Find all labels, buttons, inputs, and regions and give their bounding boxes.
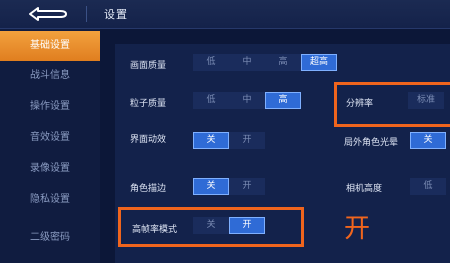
picture-quality-high[interactable]: 高 xyxy=(265,54,301,71)
picture-quality-label: 画面质量 xyxy=(130,61,167,71)
camera-height-low[interactable]: 低 xyxy=(410,178,446,195)
camera-height-label: 相机高度 xyxy=(346,184,383,194)
sidebar: 基础设置 战斗信息 操作设置 音效设置 录像设置 隐私设置 二级密码 xyxy=(0,29,100,263)
out-of-game-halo-toggle: 关 xyxy=(410,132,446,149)
picture-quality-medium[interactable]: 中 xyxy=(229,54,265,71)
particle-quality-low[interactable]: 低 xyxy=(193,92,229,109)
picture-quality-ultra[interactable]: 超高 xyxy=(301,54,337,71)
picture-quality-low[interactable]: 低 xyxy=(193,54,229,71)
top-bar: 设置 xyxy=(0,0,450,29)
picture-quality-selector: 低 中 高 超高 xyxy=(193,54,337,71)
ui-animation-on[interactable]: 开 xyxy=(229,132,265,149)
character-outline-on[interactable]: 开 xyxy=(229,178,265,195)
particle-quality-label: 粒子质量 xyxy=(130,99,167,109)
sidebar-item-second-password[interactable]: 二级密码 xyxy=(0,223,100,253)
annotation-on-text: 开 xyxy=(344,214,371,244)
character-outline-toggle: 关 开 xyxy=(193,178,265,195)
character-outline-off[interactable]: 关 xyxy=(193,178,229,195)
particle-quality-selector: 低 中 高 xyxy=(193,92,301,109)
particle-quality-high[interactable]: 高 xyxy=(265,92,301,109)
highlight-box-resolution xyxy=(334,82,450,127)
sidebar-item-controls[interactable]: 操作设置 xyxy=(0,92,100,122)
character-outline-label: 角色描边 xyxy=(130,184,167,194)
out-of-game-halo-off[interactable]: 关 xyxy=(410,132,446,149)
camera-height-selector: 低 xyxy=(410,178,446,195)
sidebar-item-recording[interactable]: 录像设置 xyxy=(0,154,100,184)
ui-animation-off[interactable]: 关 xyxy=(193,132,229,149)
ui-animation-label: 界面动效 xyxy=(130,135,167,145)
highlight-box-frame-rate xyxy=(118,207,304,247)
sidebar-item-privacy[interactable]: 隐私设置 xyxy=(0,185,100,215)
topbar-divider xyxy=(86,6,87,22)
particle-quality-medium[interactable]: 中 xyxy=(229,92,265,109)
back-arrow-icon[interactable] xyxy=(24,5,72,23)
out-of-game-halo-label: 局外角色光晕 xyxy=(344,138,399,148)
sidebar-item-audio[interactable]: 音效设置 xyxy=(0,123,100,153)
sidebar-item-battle-info[interactable]: 战斗信息 xyxy=(0,61,100,91)
ui-animation-toggle: 关 开 xyxy=(193,132,265,149)
page-title: 设置 xyxy=(104,8,128,21)
sidebar-item-basic-settings[interactable]: 基础设置 xyxy=(0,31,100,61)
